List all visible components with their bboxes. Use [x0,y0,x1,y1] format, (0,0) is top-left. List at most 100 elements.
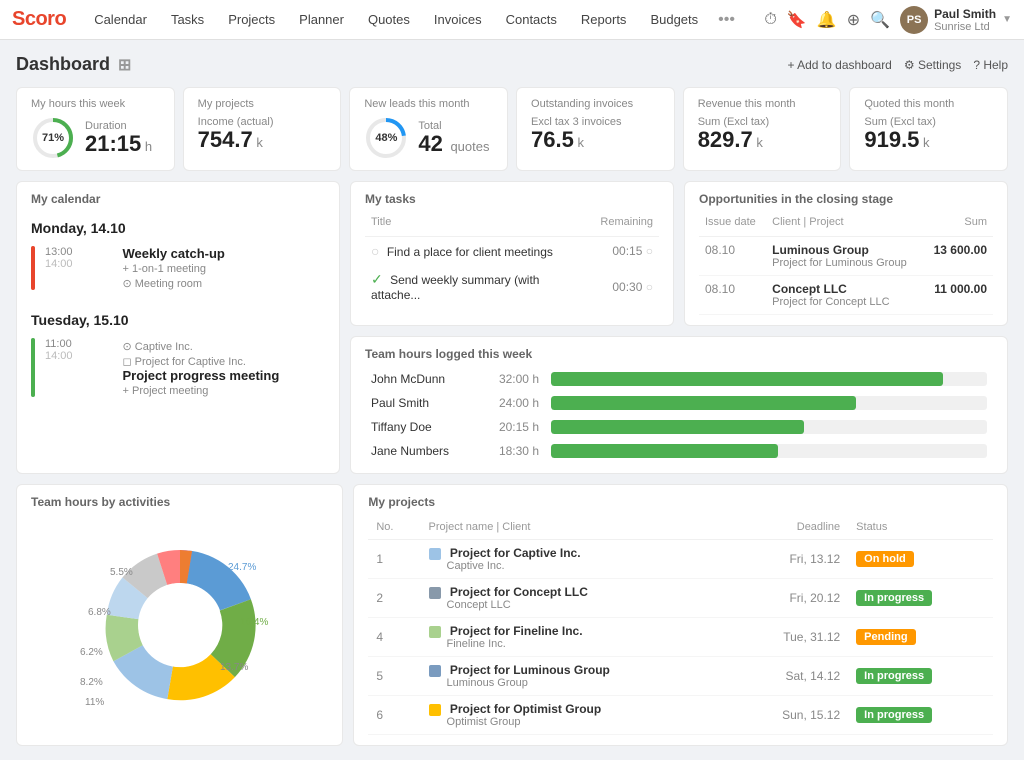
team-hours-2: 24:00 h [485,391,545,415]
team-name-4: Jane Numbers [365,439,485,463]
nav-right: ⏱ 🔖 🔔 ⊕ 🔍 PS Paul Smith Sunrise Ltd ▼ [764,6,1012,34]
stat-label-revenue: Revenue this month [698,98,827,110]
stat-value-invoices: 76.5 k [531,128,621,152]
nav-reports[interactable]: Reports [571,8,637,31]
status-badge-2: In progress [856,590,932,606]
proj-name-cell-1: Project for Captive Inc. Captive Inc. [421,540,732,579]
opp-date-1: 08.10 [699,237,766,276]
task-check-1[interactable]: ○ [371,243,379,259]
bell-icon[interactable]: 🔔 [817,10,837,30]
cal-event-content-1: 13:00 14:00 [45,246,113,290]
tasks-col-title: Title [365,212,594,237]
stat-info-invoices: Excl tax 3 invoices 76.5 k [531,116,621,152]
help-button[interactable]: ? Help [973,58,1008,72]
pie-container: 24.7% 16.4% 13.7% 11% 8.2% 6.2% 6.8% 5.5… [17,515,342,725]
stat-card-hours: My hours this week 71% Duration 21:15 h [16,87,175,171]
team-bar-bg-3 [551,420,987,434]
nav-quotes[interactable]: Quotes [358,8,420,31]
proj-name-3: Project for Fineline Inc. [450,624,583,638]
stat-info-leads: Total 42 quotes [418,120,489,156]
pie-label-1: 24.7% [228,562,256,573]
proj-deadline-5: Sun, 15.12 [731,696,848,735]
nav-tasks[interactable]: Tasks [161,8,214,31]
task-title-2: Send weekly summary (with attache... [371,273,539,302]
stat-info-hours: Duration 21:15 h [85,120,152,156]
nav-projects[interactable]: Projects [218,8,285,31]
opp-client-1: Luminous Group Project for Luminous Grou… [766,237,923,276]
proj-row-3: 4 Project for Fineline Inc. Fineline Inc… [368,618,993,657]
proj-name-cell-5: Project for Optimist Group Optimist Grou… [421,696,732,735]
task-check-2[interactable]: ✓ [371,271,383,287]
cal-event-details-2: ⊙ Captive Inc. ◻ Project for Captive Inc… [123,338,326,397]
dashboard-actions: + Add to dashboard ⚙ Settings ? Help [787,58,1008,72]
nav-invoices[interactable]: Invoices [424,8,492,31]
opportunities-panel-content: Issue date Client | Project Sum 08.10 Lu… [685,212,1007,325]
opps-col-sum: Sum [923,212,993,237]
opps-col-client: Client | Project [766,212,923,237]
hours-circle-text: 71% [42,132,64,144]
proj-col-status: Status [848,515,993,540]
nav-planner[interactable]: Planner [289,8,354,31]
tasks-col-remaining: Remaining [594,212,659,237]
proj-status-4: In progress [848,657,993,696]
team-name-3: Tiffany Doe [365,415,485,439]
opp-sum-1: 13 600.00 [923,237,993,276]
team-bar-2 [551,396,856,410]
dashboard-header: Dashboard ⊞ + Add to dashboard ⚙ Setting… [16,54,1008,75]
stat-body-invoices: Excl tax 3 invoices 76.5 k [531,116,660,152]
task-cell-title-1: ○ Find a place for client meetings [365,237,594,266]
proj-status-2: In progress [848,579,993,618]
proj-name-cell-4: Project for Luminous Group Luminous Grou… [421,657,732,696]
nav-contacts[interactable]: Contacts [496,8,567,31]
team-hours-4: 18:30 h [485,439,545,463]
cal-event-1: 13:00 14:00 Weekly catch-up + 1-on-1 mee… [17,242,339,294]
stat-card-projects: My projects Income (actual) 754.7 k [183,87,342,171]
opp-row-2: 08.10 Concept LLC Project for Concept LL… [699,276,993,315]
projects-panel: My projects No. Project name | Client De… [353,484,1008,746]
proj-client-4: Luminous Group [447,677,724,689]
plus-icon[interactable]: ⊕ [847,10,860,30]
logo[interactable]: Scoro [12,8,66,31]
tasks-panel-content: Title Remaining ○ Find a place for clien… [351,212,673,318]
team-hours-table: John McDunn 32:00 h Paul Smith 24:00 h [365,367,993,463]
nav-calendar[interactable]: Calendar [84,8,157,31]
calendar-panel-header: My calendar [17,182,339,212]
team-name-2: Paul Smith [365,391,485,415]
settings-button[interactable]: ⚙ Settings [904,58,961,72]
nav-more[interactable]: ••• [712,7,741,33]
tasks-panel-header: My tasks [351,182,673,212]
stat-body-projects: Income (actual) 754.7 k [198,116,327,152]
bookmark-icon[interactable]: 🔖 [787,10,807,30]
dashboard-config-icon[interactable]: ⊞ [118,55,131,75]
status-badge-4: In progress [856,668,932,684]
stat-card-quoted: Quoted this month Sum (Excl tax) 919.5 k [849,87,1008,171]
timer-icon[interactable]: ⏱ [764,11,776,29]
pie-label-8: 5.5% [110,567,133,578]
stat-body-hours: 71% Duration 21:15 h [31,116,160,160]
proj-deadline-2: Fri, 20.12 [731,579,848,618]
stat-info-projects: Income (actual) 754.7 k [198,116,274,152]
dashboard-title: Dashboard ⊞ [16,54,131,75]
pie-chart-panel: Team hours by activities [16,484,343,746]
pie-center [138,583,222,667]
team-hours-panel: Team hours logged this week John McDunn … [350,336,1008,474]
cal-time-2: 11:00 14:00 [45,338,113,362]
search-icon[interactable]: 🔍 [870,10,890,30]
proj-client-1: Captive Inc. [447,560,724,572]
add-to-dashboard-button[interactable]: + Add to dashboard [787,58,891,72]
hours-circle: 71% [31,116,75,160]
nav-budgets[interactable]: Budgets [640,8,708,31]
task-row-2: ✓ Send weekly summary (with attache... 0… [365,265,659,308]
team-hours-panel-header: Team hours logged this week [351,337,1007,367]
proj-row-1: 1 Project for Captive Inc. Captive Inc. … [368,540,993,579]
team-hours-1: 32:00 h [485,367,545,391]
proj-deadline-4: Sat, 14.12 [731,657,848,696]
stat-value-revenue: 829.7 k [698,128,770,152]
team-bar-4 [551,444,778,458]
proj-client-3: Fineline Inc. [447,638,724,650]
nav-user[interactable]: PS Paul Smith Sunrise Ltd ▼ [900,6,1012,34]
proj-row-5: 6 Project for Optimist Group Optimist Gr… [368,696,993,735]
proj-col-deadline: Deadline [731,515,848,540]
pie-chart-header: Team hours by activities [17,485,342,515]
proj-num-5: 6 [368,696,420,735]
